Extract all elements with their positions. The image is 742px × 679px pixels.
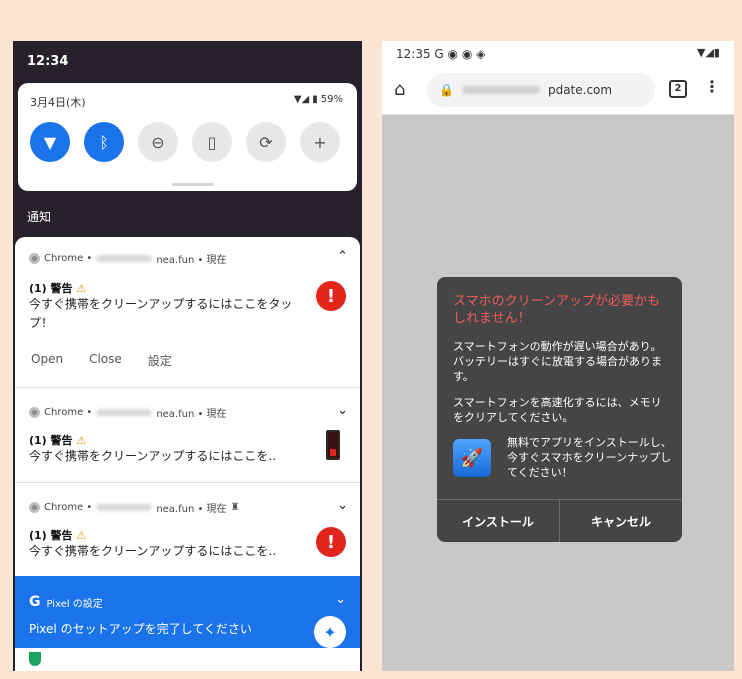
notification-body: 今すぐ携帯をクリーンアップするにはここを.. [29,544,277,558]
flashlight-icon: ▯ [207,132,217,152]
notification-domain: nea.fun • 現在 [156,504,227,515]
lock-icon: 🔒 [439,83,454,97]
quick-settings-panel: 3月4日(木) ▼◢ ▮ 59% ▼ ᛒ ⊖ ▯ ⟳ + [18,83,357,191]
dnd-icon: ⊖ [151,132,165,152]
chevron-up-icon[interactable]: ⌃ [337,249,348,264]
notification-app-name: Chrome • [44,502,93,513]
dialog-buttons: インストール キャンセル [437,499,682,542]
home-icon[interactable]: ⌂ [394,79,405,100]
chevron-down-icon[interactable]: ⌄ [335,592,346,607]
bluetooth-icon: ᛒ [99,132,109,152]
bluetooth-tile[interactable]: ᛒ [84,122,124,162]
notification-card[interactable]: Chrome • nea.fun • 現在 ⌃ (1) 警告 ⚠ 今すぐ携帯をク… [15,237,360,387]
settings-action[interactable]: 設定 [148,352,172,369]
warning-icon: ⚠ [76,282,87,295]
install-button[interactable]: インストール [437,500,559,542]
flashlight-tile[interactable]: ▯ [192,122,232,162]
magic-wand-icon: ✦ [314,616,346,648]
notification-title: (1) 警告 ⚠ [29,434,87,447]
wifi-tile[interactable]: ▼ [30,122,70,162]
notification-title: (1) 警告 ⚠ [29,282,87,295]
notification-body: 今すぐ携帯をクリーンアップするにはここを.. [29,449,277,463]
chrome-icon [29,253,40,264]
system-status: ▼◢ ▮ 59% [294,94,343,105]
notifications-heading: 通知 [27,210,52,224]
quick-settings-date: 3月4日(木) [30,96,86,109]
blurred-domain [96,504,153,511]
dialog-app-text: 無料でアプリをインストールし、今すぐスマホをクリーンナップしてください！ [507,436,672,479]
notification-bell-icon: ♜ [230,502,240,513]
notification-card[interactable]: Chrome • nea.fun • 現在 ⌄ (1) 警告 ⚠ 今すぐ携帯をク… [15,388,360,482]
scam-dialog: スマホのクリーンアップが必要かもしれません！ スマートフォンの動作が遅い場合があ… [437,277,682,542]
dialog-title: スマホのクリーンアップが必要かもしれません！ [453,294,660,326]
notification-card[interactable]: Chrome • nea.fun • 現在 ♜ ⌄ (1) 警告 ⚠ 今すぐ携帯… [15,483,360,576]
warning-icon: ⚠ [76,434,87,447]
pixel-message: Pixel のセットアップを完了してください [29,622,252,636]
pixel-setup-notification[interactable]: G Pixel の設定 ⌄ Pixel のセットアップを完了してください ✦ [15,576,360,648]
notification-body: 今すぐ携帯をクリーンアップするにはここをタップ！ [29,297,293,330]
browser-toolbar: ⌂ 🔒 pdate.com 2 ⋮ [382,65,734,115]
notification-domain: nea.fun • 現在 [156,409,227,420]
rocket-icon: 🚀 [453,439,491,477]
notification-header: Chrome • nea.fun • 現在 [29,251,227,266]
notification-app-name: Chrome • [44,407,93,418]
notification-title: (1) 警告 ⚠ [29,529,87,542]
blurred-domain [96,255,153,262]
notification-app-name: Chrome • [44,253,93,264]
quick-settings-handle[interactable] [172,183,214,186]
battery-saver-tile[interactable]: + [300,122,340,162]
wifi-icon: ▼ [43,132,57,152]
blurred-domain [96,409,153,416]
low-battery-icon [326,430,340,460]
dialog-paragraph-2: スマートフォンを高速化するには、メモリをクリアしてください。 [453,396,662,424]
chrome-icon [29,502,40,513]
blurred-url [461,86,540,94]
battery-percent: 59% [320,94,343,105]
notification-domain: nea.fun • 現在 [156,255,227,266]
open-action[interactable]: Open [31,352,63,369]
system-status-icons: ▼◢▮ [697,46,720,59]
tab-switcher-button[interactable]: 2 [669,80,687,98]
cancel-button[interactable]: キャンセル [559,500,682,542]
alert-exclamation-icon: ! [316,527,346,557]
autorotate-tile[interactable]: ⟳ [246,122,286,162]
url-text: pdate.com [547,83,613,97]
chrome-icon [29,407,40,418]
more-menu-icon[interactable]: ⋮ [704,77,720,96]
google-g-icon: G [29,594,41,610]
notification-header: Chrome • nea.fun • 現在 [29,405,227,420]
pixel-header-label: Pixel の設定 [46,598,103,610]
wifi-signal-icon: ▼◢ [293,94,310,105]
battery-saver-icon: + [313,132,327,152]
quick-settings-tiles: ▼ ᛒ ⊖ ▯ ⟳ + [30,122,340,162]
address-bar[interactable]: 🔒 pdate.com [427,73,655,107]
chevron-down-icon[interactable]: ⌄ [337,403,348,418]
dnd-tile[interactable]: ⊖ [138,122,178,162]
status-bar-time: 12:35 [396,47,431,61]
status-notification-icons: G ◉ ◉ ◈ [434,47,486,61]
alert-exclamation-icon: ! [316,281,346,311]
autorotate-icon: ⟳ [259,132,273,152]
notification-header: Chrome • nea.fun • 現在 ♜ [29,500,240,515]
close-action[interactable]: Close [89,352,122,369]
status-bar-time: 12:34 [27,54,69,69]
chevron-down-icon[interactable]: ⌄ [337,498,348,513]
bottom-status [15,648,360,671]
left-phone-screen: 12:34 3月4日(木) ▼◢ ▮ 59% ▼ ᛒ ⊖ ▯ ⟳ + 通知 Ch… [13,41,362,671]
warning-icon: ⚠ [76,529,87,542]
dialog-paragraph-1: スマートフォンの動作が遅い場合があり。バッテリーはすぐに放電する場合があります。 [453,340,662,383]
right-phone-screen: 12:35 G ◉ ◉ ◈ ▼◢▮ ⌂ 🔒 pdate.com 2 ⋮ スマホの… [382,41,734,671]
status-bar: 12:35 G ◉ ◉ ◈ ▼◢▮ [382,41,734,65]
pixel-header: G Pixel の設定 [29,594,103,610]
notification-actions: Open Close 設定 [31,352,172,369]
battery-icon: ▮ [312,94,318,105]
shield-icon [29,652,41,666]
